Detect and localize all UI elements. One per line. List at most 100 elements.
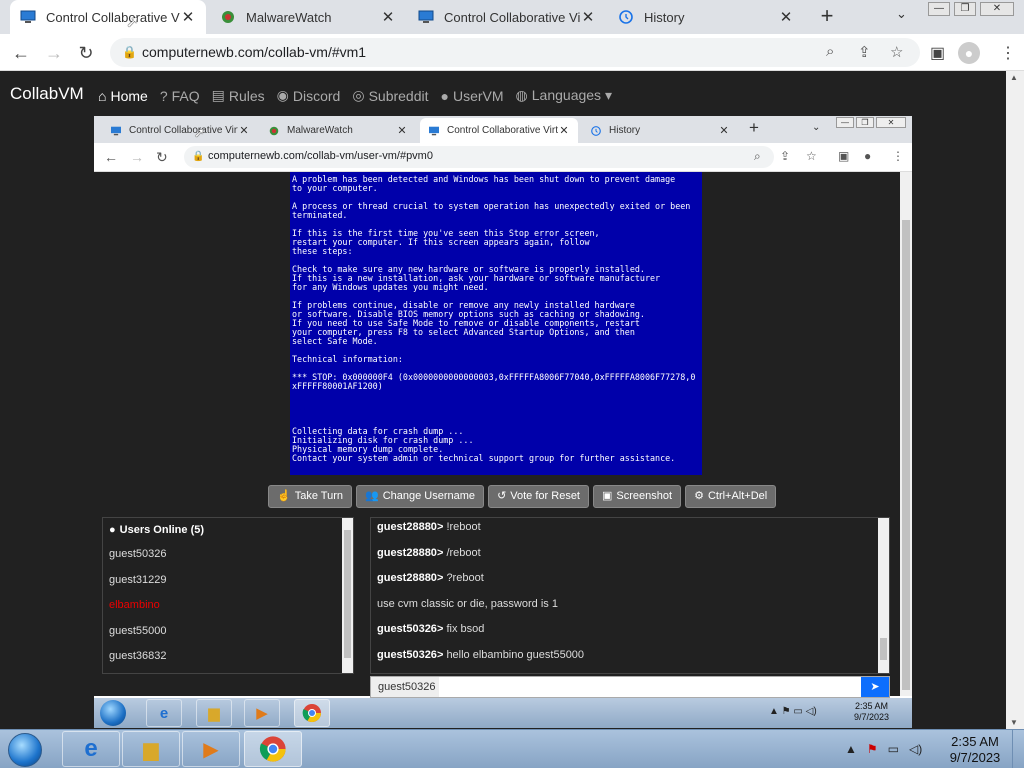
close-icon[interactable]: ✕ (778, 8, 794, 26)
zoom-icon[interactable]: ⌕ (826, 43, 834, 60)
monitor-icon (418, 10, 434, 23)
address-bar[interactable]: 🔒 computernewb.com/collab-vm/#vm1 ⌕ ⇪ ☆ (110, 38, 920, 67)
menu-kebab-icon[interactable]: ⋮ (1000, 43, 1016, 63)
maximize-button[interactable]: ❐ (954, 2, 976, 16)
users-scrollbar[interactable] (342, 518, 353, 673)
vm-tab-history[interactable]: History ✕ (582, 118, 738, 143)
tab-label: Control Collaborative Virt (46, 9, 180, 25)
tab-control-vm-2[interactable]: Control Collaborative Virt ✕ (408, 0, 606, 34)
nav-languages-dropdown[interactable]: ◍ Languages ▾ (516, 87, 612, 104)
scroll-up-icon[interactable]: ▲ (1010, 73, 1018, 82)
minimize-button[interactable]: — (928, 2, 950, 16)
vm-address-toolbar: ← → ↻ 🔒 computernewb.com/collab-vm/user-… (94, 143, 912, 172)
chat-scrollbar[interactable] (878, 518, 889, 673)
chat-input[interactable] (439, 677, 859, 697)
taskbar-chrome-icon[interactable] (244, 731, 302, 767)
reload-icon[interactable]: ↻ (156, 149, 168, 166)
menu-kebab-icon[interactable]: ⋮ (892, 149, 904, 163)
change-username-button[interactable]: 👥 Change Username (356, 485, 485, 508)
close-icon[interactable]: ✕ (580, 8, 596, 26)
scroll-down-icon[interactable]: ▼ (1010, 718, 1018, 727)
bsod-screen[interactable]: A problem has been detected and Windows … (290, 172, 702, 475)
close-icon[interactable]: ✕ (718, 124, 730, 137)
vm-screen[interactable]: Control Collaborative Virt ✕ MalwareWatc… (94, 116, 912, 728)
vm-taskbar-media-player-icon[interactable]: ▶ (244, 699, 280, 727)
vm-tab-control-vm-1[interactable]: Control Collaborative Virt ✕ (102, 118, 258, 143)
vm-taskbar-explorer-icon[interactable]: ▆ (196, 699, 232, 727)
forward-arrow-icon[interactable]: → (43, 42, 65, 64)
profile-avatar[interactable]: ● (864, 149, 871, 163)
nav-home[interactable]: ⌂ Home (98, 87, 148, 104)
scrollbar-thumb[interactable] (902, 220, 910, 690)
tab-malwarewatch[interactable]: MalwareWatch ✕ (210, 0, 406, 34)
show-hidden-icons-icon[interactable]: ▲ (845, 742, 857, 756)
share-icon[interactable]: ⇪ (858, 43, 871, 61)
nav-rules[interactable]: ▤ Rules (212, 87, 265, 104)
back-arrow-icon[interactable]: ← (104, 149, 118, 165)
profile-avatar[interactable]: ● (958, 42, 980, 64)
nav-subreddit[interactable]: ◎ Subreddit (352, 87, 428, 104)
screenshot-button[interactable]: ▣ Screenshot (593, 485, 682, 508)
take-turn-button[interactable]: ☝ Take Turn (268, 485, 353, 508)
vm-maximize-button[interactable]: ❐ (856, 117, 874, 128)
close-icon[interactable]: ✕ (380, 8, 396, 26)
forward-arrow-icon[interactable]: → (130, 149, 144, 165)
brand-logo[interactable]: CollabVM (10, 84, 84, 104)
taskbar-clock[interactable]: 2:35 AM 9/7/2023 (944, 734, 1006, 766)
start-button[interactable] (8, 733, 42, 767)
chat-message: guest28880> /reboot (377, 546, 481, 559)
vm-system-tray[interactable]: ▲ ⚑ ▭ ◁) (769, 706, 817, 717)
bookmark-star-icon[interactable]: ☆ (806, 149, 817, 163)
nav-uservm[interactable]: ● UserVM (441, 87, 504, 104)
user-list-item[interactable]: guest55000 (103, 619, 353, 645)
vm-tab-control-vm-2[interactable]: Control Collaborative Virt ✕ (420, 118, 578, 143)
vm-taskbar-chrome-icon[interactable] (294, 699, 330, 727)
close-icon[interactable]: ✕ (558, 124, 570, 137)
show-desktop-button[interactable] (1012, 730, 1024, 768)
user-list-item-admin[interactable]: elbambino (103, 593, 353, 619)
close-icon[interactable]: ✕ (396, 124, 408, 137)
vm-close-window-button[interactable]: ✕ (876, 117, 906, 128)
vm-taskbar-clock[interactable]: 2:35 AM 9/7/2023 (854, 701, 889, 723)
taskbar-explorer-icon[interactable]: ▆ (122, 731, 180, 767)
vote-for-reset-button[interactable]: ↺ Vote for Reset (488, 485, 589, 508)
vm-taskbar-ie-icon[interactable]: e (146, 699, 182, 727)
close-icon[interactable]: ✕ (180, 8, 196, 26)
zoom-icon[interactable]: ⌕ (754, 149, 761, 164)
tab-search-chevron-icon[interactable]: ⌄ (896, 6, 914, 22)
side-panel-icon[interactable]: ▣ (838, 149, 849, 163)
taskbar-media-player-icon[interactable]: ▶ (182, 731, 240, 767)
bookmark-star-icon[interactable]: ☆ (890, 43, 903, 61)
user-list-item[interactable]: guest31229 (103, 568, 353, 594)
vm-tab-malwarewatch[interactable]: MalwareWatch ✕ (260, 118, 416, 143)
vm-address-bar[interactable]: 🔒 computernewb.com/collab-vm/user-vm/#pv… (184, 146, 774, 168)
page-scrollbar[interactable]: ▲ ▼ (1006, 71, 1024, 729)
ctrl-alt-del-button[interactable]: ⚙ Ctrl+Alt+Del (685, 485, 777, 508)
user-list-item[interactable]: guest36832 (103, 644, 353, 670)
user-list-item[interactable]: guest50326 (103, 542, 353, 568)
close-icon[interactable]: ✕ (238, 124, 250, 137)
new-tab-button[interactable]: + (816, 4, 838, 30)
vm-start-button[interactable] (100, 700, 126, 726)
scrollbar-thumb[interactable] (344, 530, 351, 658)
tab-history[interactable]: History ✕ (608, 0, 804, 34)
vm-tab-search-chevron-icon[interactable]: ⌄ (812, 122, 820, 133)
nav-faq[interactable]: ? FAQ (160, 87, 200, 104)
vm-minimize-button[interactable]: — (836, 117, 854, 128)
taskbar-ie-icon[interactable]: e (62, 731, 120, 767)
action-center-flag-icon[interactable]: ⚑ (867, 742, 878, 756)
side-panel-icon[interactable]: ▣ (930, 43, 945, 63)
send-icon[interactable]: ➤ (861, 677, 889, 697)
vm-page-scrollbar[interactable] (900, 172, 912, 696)
reload-icon[interactable]: ↻ (75, 42, 97, 64)
nav-discord[interactable]: ◉ Discord (277, 87, 341, 104)
network-icon[interactable]: ▭ (888, 742, 899, 756)
vm-new-tab-button[interactable]: + (749, 118, 759, 138)
scrollbar-thumb[interactable] (880, 638, 887, 660)
close-window-button[interactable]: ✕ (980, 2, 1014, 16)
back-arrow-icon[interactable]: ← (10, 42, 32, 64)
share-icon[interactable]: ⇪ (780, 149, 790, 163)
volume-icon[interactable]: ◁) (909, 742, 922, 756)
users-icon: 👥 (365, 490, 379, 502)
tab-control-vm-1[interactable]: Control Collaborative Virt ✕ (10, 0, 206, 34)
